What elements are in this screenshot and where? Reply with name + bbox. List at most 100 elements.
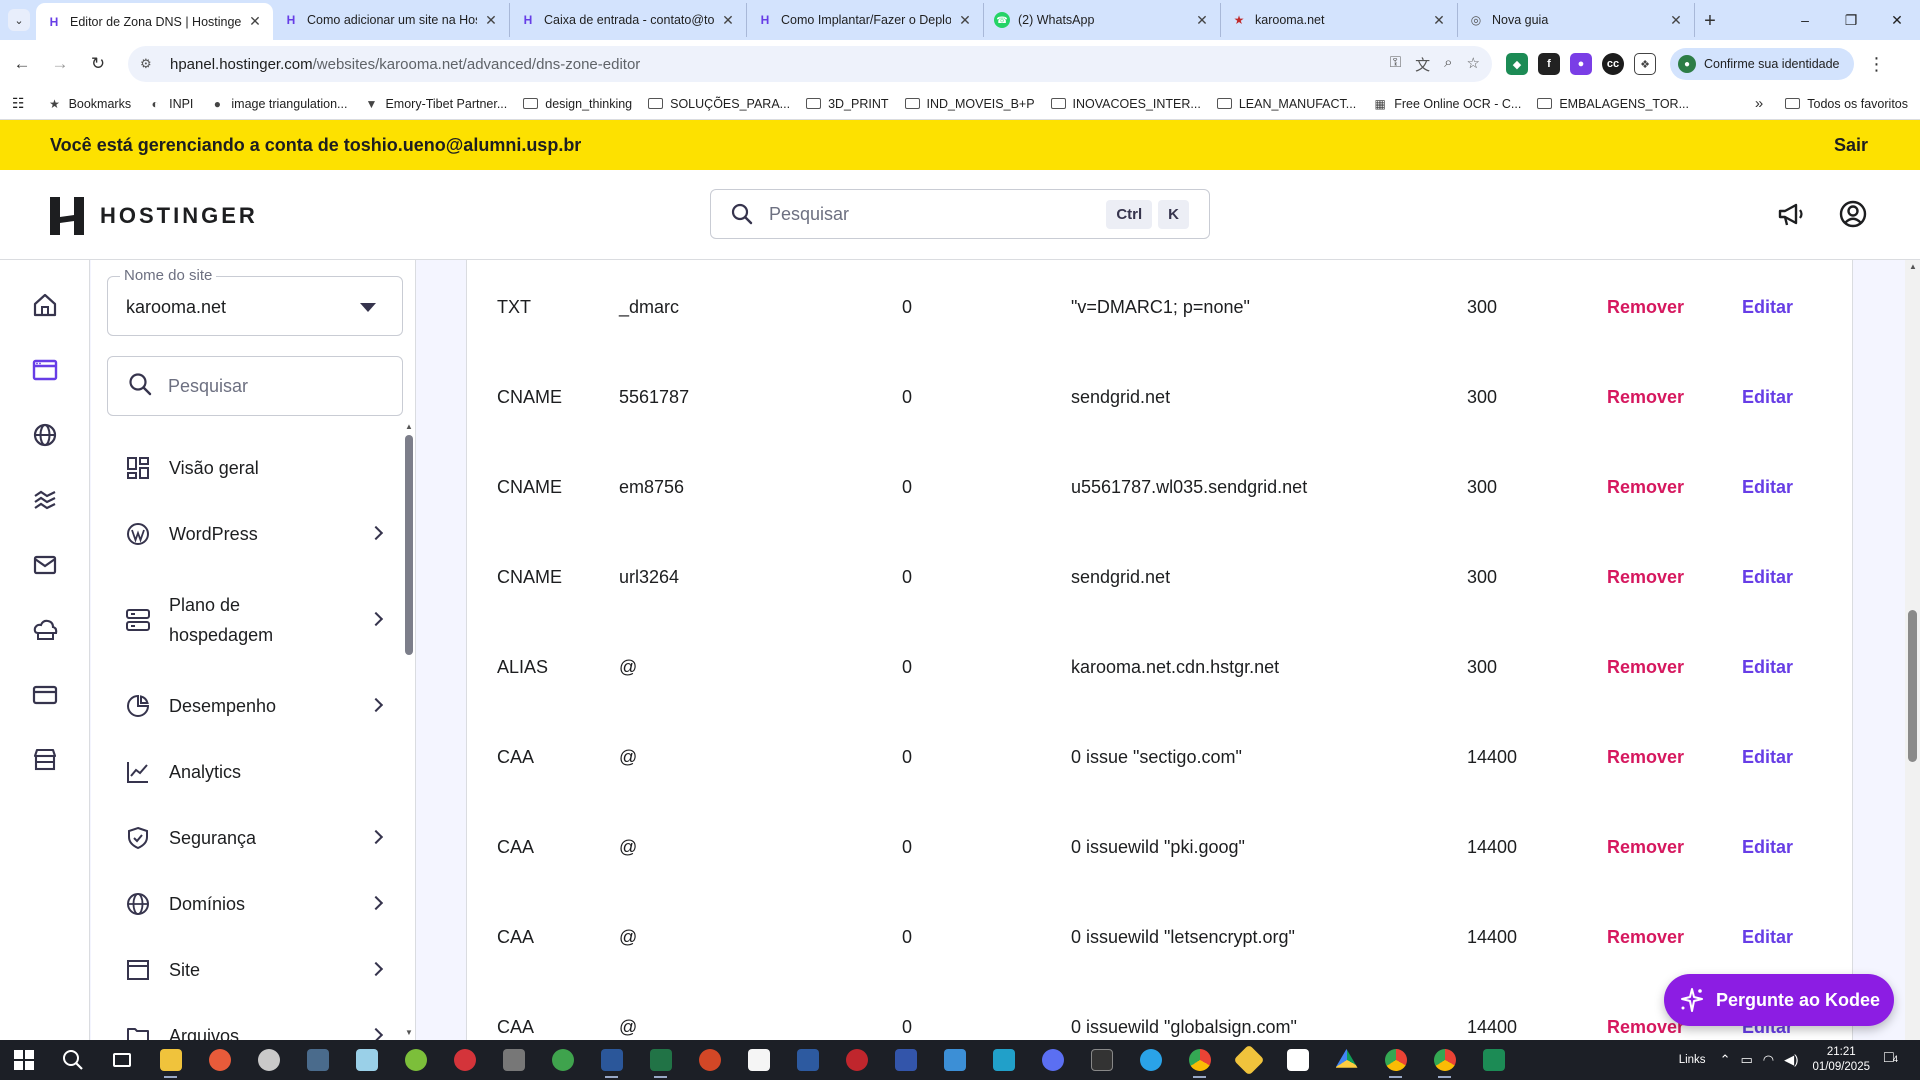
- billing-card-icon[interactable]: [30, 680, 60, 710]
- edit-record-button[interactable]: Editar: [1742, 442, 1793, 532]
- taskbar-app-icon[interactable]: [979, 1040, 1028, 1080]
- close-tab-icon[interactable]: ✕: [1668, 12, 1684, 29]
- excel-icon[interactable]: [636, 1040, 685, 1080]
- taskbar-app-icon[interactable]: [832, 1040, 881, 1080]
- close-tab-icon[interactable]: ✕: [1194, 12, 1210, 29]
- remove-record-button[interactable]: Remover: [1607, 262, 1684, 352]
- megaphone-icon[interactable]: [1774, 197, 1808, 231]
- taskbar-app-icon[interactable]: [1126, 1040, 1175, 1080]
- exit-button[interactable]: Sair: [1834, 135, 1870, 156]
- bookmark-item[interactable]: ★ Bookmarks: [47, 96, 131, 112]
- browser-tab[interactable]: ★ karooma.net ✕: [1221, 3, 1458, 37]
- bookmark-item[interactable]: EMBALAGENS_TOR...: [1537, 97, 1689, 111]
- start-button[interactable]: [0, 1040, 48, 1080]
- edit-record-button[interactable]: Editar: [1742, 802, 1793, 892]
- powerpoint-icon[interactable]: [685, 1040, 734, 1080]
- bookmark-item[interactable]: 3D_PRINT: [806, 97, 889, 111]
- taskbar-app-icon[interactable]: [538, 1040, 587, 1080]
- bookmark-item[interactable]: ◐ INPI: [147, 96, 193, 112]
- taskbar-app-icon[interactable]: [881, 1040, 930, 1080]
- hostinger-logo[interactable]: HOSTINGER: [50, 197, 258, 235]
- address-bar[interactable]: ⚙ hpanel.hostinger.com/websites/karooma.…: [128, 46, 1492, 82]
- close-window-button[interactable]: ✕: [1874, 0, 1920, 40]
- marketplace-store-icon[interactable]: [30, 745, 60, 775]
- powershell-icon[interactable]: [783, 1040, 832, 1080]
- new-tab-button[interactable]: +: [1695, 10, 1725, 33]
- scroll-up-arrow-icon[interactable]: ▲: [405, 422, 413, 431]
- remove-record-button[interactable]: Remover: [1607, 442, 1684, 532]
- browser-tab[interactable]: H Como Implantar/Fazer o Deplo ✕: [747, 3, 984, 37]
- edit-record-button[interactable]: Editar: [1742, 622, 1793, 712]
- file-explorer-icon[interactable]: [146, 1040, 195, 1080]
- taskbar-app-icon[interactable]: [195, 1040, 244, 1080]
- word-icon[interactable]: [587, 1040, 636, 1080]
- emails-icon[interactable]: [30, 550, 60, 580]
- profile-button[interactable]: ● Confirme sua identidade: [1670, 48, 1854, 80]
- notifications-icon[interactable]: □ 4: [1884, 1049, 1906, 1071]
- edit-record-button[interactable]: Editar: [1742, 892, 1793, 982]
- extensions-puzzle-icon[interactable]: ❖: [1634, 53, 1656, 75]
- sidebar-item[interactable]: Segurança: [91, 805, 401, 871]
- page-scrollbar-thumb[interactable]: [1908, 610, 1917, 762]
- sidebar-item[interactable]: Analytics: [91, 739, 401, 805]
- taskbar-app-icon[interactable]: [342, 1040, 391, 1080]
- close-tab-icon[interactable]: ✕: [247, 13, 263, 30]
- apps-grid-icon[interactable]: ☷: [12, 95, 25, 112]
- browser-tab[interactable]: H Editor de Zona DNS | Hostinger ✕: [36, 3, 273, 40]
- forward-button[interactable]: →: [44, 48, 76, 80]
- sidebar-item[interactable]: Visão geral: [91, 435, 401, 501]
- taskbar-search-icon[interactable]: [48, 1040, 97, 1080]
- extension-purple-icon[interactable]: ●: [1570, 53, 1592, 75]
- browser-menu-icon[interactable]: ⋮: [1868, 54, 1886, 75]
- zoom-icon[interactable]: ⌕: [1444, 54, 1452, 75]
- close-tab-icon[interactable]: ✕: [720, 12, 736, 29]
- taskbar-app-icon[interactable]: [1224, 1040, 1273, 1080]
- sidebar-item[interactable]: Domínios: [91, 871, 401, 937]
- bookmark-item[interactable]: ▦ Free Online OCR - C...: [1372, 96, 1522, 112]
- sidebar-scrollbar-thumb[interactable]: [405, 435, 413, 655]
- scroll-up-arrow-icon[interactable]: ▲: [1909, 262, 1917, 271]
- minimize-button[interactable]: –: [1782, 0, 1828, 40]
- site-info-icon[interactable]: ⚙: [140, 56, 158, 72]
- taskbar-app-icon[interactable]: [391, 1040, 440, 1080]
- sidebar-item[interactable]: Site: [91, 937, 401, 1003]
- google-drive-icon[interactable]: [1322, 1040, 1371, 1080]
- close-tab-icon[interactable]: ✕: [1431, 12, 1447, 29]
- horizons-icon[interactable]: [30, 485, 60, 515]
- browser-tab[interactable]: ☎ (2) WhatsApp ✕: [984, 3, 1221, 37]
- tab-search-button[interactable]: ⌄: [8, 9, 30, 31]
- taskbar-app-icon[interactable]: [930, 1040, 979, 1080]
- edit-record-button[interactable]: Editar: [1742, 352, 1793, 442]
- remove-record-button[interactable]: Remover: [1607, 532, 1684, 622]
- bookmark-item[interactable]: INOVACOES_INTER...: [1050, 97, 1201, 111]
- edit-record-button[interactable]: Editar: [1742, 532, 1793, 622]
- remove-record-button[interactable]: Remover: [1607, 802, 1684, 892]
- sidebar-scrollbar[interactable]: ▲ ▼: [403, 260, 415, 1040]
- taskbar-app-icon[interactable]: [1469, 1040, 1518, 1080]
- extension-f-icon[interactable]: f: [1538, 53, 1560, 75]
- close-tab-icon[interactable]: ✕: [957, 12, 973, 29]
- translate-icon[interactable]: 文: [1415, 54, 1430, 75]
- edit-record-button[interactable]: Editar: [1742, 262, 1793, 352]
- websites-icon[interactable]: [30, 355, 60, 385]
- chrome-icon[interactable]: [1420, 1040, 1469, 1080]
- sidebar-item[interactable]: Desempenho: [91, 673, 401, 739]
- edit-record-button[interactable]: Editar: [1742, 712, 1793, 802]
- taskbar-app-icon[interactable]: [489, 1040, 538, 1080]
- back-button[interactable]: ←: [6, 48, 38, 80]
- close-tab-icon[interactable]: ✕: [483, 12, 499, 29]
- all-bookmarks-button[interactable]: Todos os favoritos: [1785, 97, 1908, 111]
- extension-shield-icon[interactable]: ◆: [1506, 53, 1528, 75]
- remove-record-button[interactable]: Remover: [1607, 712, 1684, 802]
- wifi-icon[interactable]: ◠: [1763, 1052, 1774, 1068]
- site-selector[interactable]: Nome do site karooma.net: [107, 267, 403, 336]
- password-key-icon[interactable]: ⚿: [1390, 54, 1401, 75]
- battery-icon[interactable]: ▭: [1740, 1052, 1752, 1068]
- sidebar-search-input[interactable]: Pesquisar: [107, 356, 403, 416]
- bookmark-star-icon[interactable]: ☆: [1467, 54, 1480, 75]
- volume-icon[interactable]: ◀): [1784, 1052, 1798, 1068]
- remove-record-button[interactable]: Remover: [1607, 352, 1684, 442]
- domains-globe-icon[interactable]: [30, 420, 60, 450]
- reload-button[interactable]: ↻: [82, 48, 114, 80]
- links-toolbar[interactable]: Links: [1679, 1054, 1706, 1066]
